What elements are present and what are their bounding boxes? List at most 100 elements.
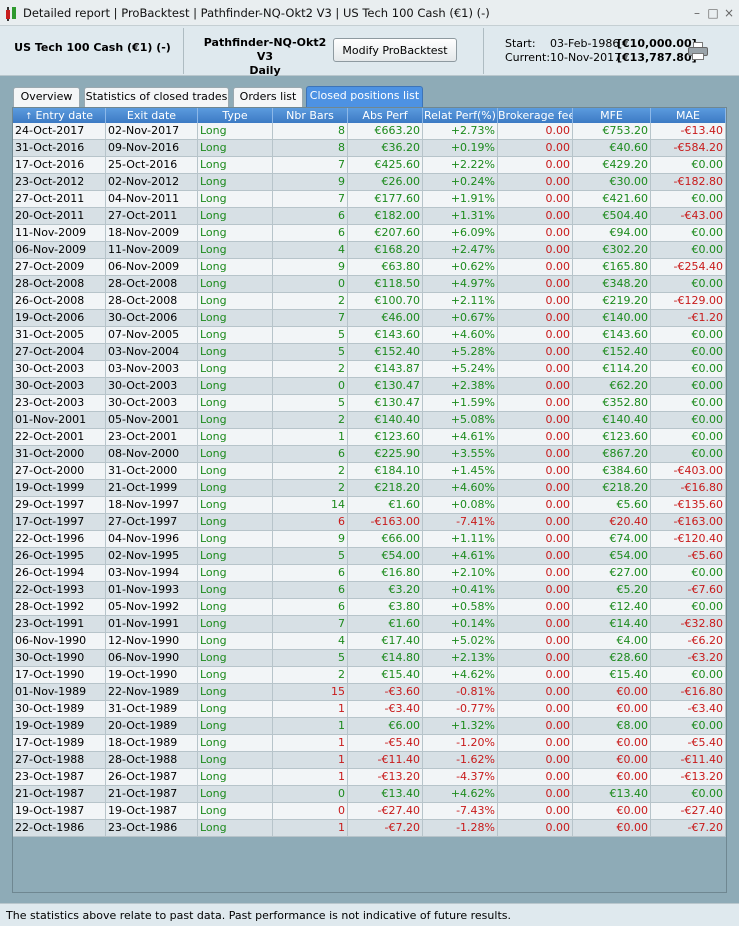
table-row[interactable]: 23-Oct-2012 02-Nov-2012 Long 9 €26.00 +0.24% 0… — [13, 174, 726, 191]
cell-type: Long — [198, 242, 273, 258]
cell-brokerage-fee: 0.00 — [498, 531, 573, 547]
cell-nbr-bars: 2 — [273, 480, 348, 496]
column-header-type[interactable]: Type — [198, 108, 273, 123]
cell-mfe: €421.60 — [573, 191, 651, 207]
column-header-exit-date[interactable]: Exit date — [106, 108, 198, 123]
table-row[interactable]: 17-Oct-1990 19-Oct-1990 Long 2 €15.40 +4.62% 0… — [13, 667, 726, 684]
table-row[interactable]: 30-Oct-1989 31-Oct-1989 Long 1 -€3.40 -0.77% 0… — [13, 701, 726, 718]
cell-relat-perf: +2.47% — [423, 242, 498, 258]
cell-nbr-bars: 9 — [273, 259, 348, 275]
table-row[interactable]: 17-Oct-1997 27-Oct-1997 Long 6 -€163.00 -7.41… — [13, 514, 726, 531]
table-row[interactable]: 29-Oct-1997 18-Nov-1997 Long 14 €1.60 +0.08% 0… — [13, 497, 726, 514]
cell-relat-perf: -1.28% — [423, 820, 498, 836]
cell-brokerage-fee: 0.00 — [498, 480, 573, 496]
column-header-relat-perf[interactable]: Relat Perf(%) — [423, 108, 498, 123]
table-row[interactable]: 26-Oct-1995 02-Nov-1995 Long 5 €54.00 +4.61% 0… — [13, 548, 726, 565]
tab-overview[interactable]: Overview — [13, 87, 80, 107]
cell-abs-perf: €130.47 — [348, 395, 423, 411]
cell-abs-perf: -€5.40 — [348, 735, 423, 751]
maximize-icon[interactable]: □ — [706, 6, 720, 20]
table-row[interactable]: 22-Oct-1996 04-Nov-1996 Long 9 €66.00 +1.11% 0… — [13, 531, 726, 548]
modify-probacktest-button[interactable]: Modify ProBacktest — [333, 38, 457, 62]
tab-statistics-closed-trades[interactable]: Statistics of closed trades — [84, 87, 229, 107]
table-row[interactable]: 17-Oct-1989 18-Oct-1989 Long 1 -€5.40 -1.20% 0… — [13, 735, 726, 752]
table-row[interactable]: 23-Oct-2003 30-Oct-2003 Long 5 €130.47 +1.59%… — [13, 395, 726, 412]
table-row[interactable]: 01-Nov-2001 05-Nov-2001 Long 2 €140.40 +5.08%… — [13, 412, 726, 429]
cell-exit-date: 03-Nov-2004 — [106, 344, 198, 360]
cell-entry-date: 27-Oct-1988 — [13, 752, 106, 768]
table-row[interactable]: 31-Oct-2000 08-Nov-2000 Long 6 €225.90 +3.55%… — [13, 446, 726, 463]
table-row[interactable]: 27-Oct-2004 03-Nov-2004 Long 5 €152.40 +5.28%… — [13, 344, 726, 361]
table-row[interactable]: 26-Oct-1994 03-Nov-1994 Long 6 €16.80 +2.10% 0… — [13, 565, 726, 582]
minimize-icon[interactable]: – — [690, 6, 704, 20]
cell-mfe: €30.00 — [573, 174, 651, 190]
cell-exit-date: 08-Nov-2000 — [106, 446, 198, 462]
cell-exit-date: 04-Nov-1996 — [106, 531, 198, 547]
cell-exit-date: 22-Nov-1989 — [106, 684, 198, 700]
table-row[interactable]: 11-Nov-2009 18-Nov-2009 Long 6 €207.60 +6.09%… — [13, 225, 726, 242]
table-row[interactable]: 31-Oct-2005 07-Nov-2005 Long 5 €143.60 +4.60%… — [13, 327, 726, 344]
table-row[interactable]: 01-Nov-1989 22-Nov-1989 Long 15 -€3.60 -0.81%… — [13, 684, 726, 701]
cell-mae: -€13.20 — [651, 769, 726, 785]
column-header-abs-perf[interactable]: Abs Perf — [348, 108, 423, 123]
cell-mfe: €429.20 — [573, 157, 651, 173]
table-row[interactable]: 19-Oct-1999 21-Oct-1999 Long 2 €218.20 +4.60%… — [13, 480, 726, 497]
cell-type: Long — [198, 650, 273, 666]
table-row[interactable]: 27-Oct-2011 04-Nov-2011 Long 7 €177.60 +1.91%… — [13, 191, 726, 208]
closed-positions-grid[interactable]: ↑ Entry date Exit date Type Nbr Bars Abs Perf… — [12, 107, 727, 893]
cell-mfe: €62.20 — [573, 378, 651, 394]
table-row[interactable]: 30-Oct-2003 03-Nov-2003 Long 2 €143.87 +5.24%… — [13, 361, 726, 378]
column-header-brokerage-fee[interactable]: Brokerage fee — [498, 108, 573, 123]
table-row[interactable]: 22-Oct-1986 23-Oct-1986 Long 1 -€7.20 -1.28% 0… — [13, 820, 726, 837]
table-row[interactable]: 28-Oct-2008 28-Oct-2008 Long 0 €118.50 +4.97%… — [13, 276, 726, 293]
cell-mfe: €384.60 — [573, 463, 651, 479]
close-icon[interactable]: × — [722, 6, 736, 20]
table-row[interactable]: 27-Oct-2000 31-Oct-2000 Long 2 €184.10 +1.45%… — [13, 463, 726, 480]
table-row[interactable]: 06-Nov-1990 12-Nov-1990 Long 4 €17.40 +5.02% 0… — [13, 633, 726, 650]
table-row[interactable]: 19-Oct-2006 30-Oct-2006 Long 7 €46.00 +0.67% 0… — [13, 310, 726, 327]
table-row[interactable]: 22-Oct-1993 01-Nov-1993 Long 6 €3.20 +0.41% 0.… — [13, 582, 726, 599]
table-row[interactable]: 30-Oct-2003 30-Oct-2003 Long 0 €130.47 +2.38%… — [13, 378, 726, 395]
cell-nbr-bars: 1 — [273, 820, 348, 836]
tab-orders-list[interactable]: Orders list — [233, 87, 303, 107]
table-row[interactable]: 22-Oct-2001 23-Oct-2001 Long 1 €123.60 +4.61%… — [13, 429, 726, 446]
table-row[interactable]: 17-Oct-2016 25-Oct-2016 Long 7 €425.60 +2.22%… — [13, 157, 726, 174]
system-info: Pathfinder-NQ-Okt2 V3 Daily — [196, 36, 334, 78]
table-row[interactable]: 30-Oct-1990 06-Nov-1990 Long 5 €14.80 +2.13% 0… — [13, 650, 726, 667]
column-header-mae[interactable]: MAE — [651, 108, 726, 123]
tab-closed-positions-list[interactable]: Closed positions list — [306, 86, 423, 107]
table-row[interactable]: 23-Oct-1987 26-Oct-1987 Long 1 -€13.20 -4.37%… — [13, 769, 726, 786]
table-row[interactable]: 20-Oct-2011 27-Oct-2011 Long 6 €182.00 +1.31%… — [13, 208, 726, 225]
current-label: Current: — [505, 51, 551, 64]
cell-relat-perf: +5.02% — [423, 633, 498, 649]
table-row[interactable]: 28-Oct-1992 05-Nov-1992 Long 6 €3.80 +0.58% 0.… — [13, 599, 726, 616]
table-row[interactable]: 26-Oct-2008 28-Oct-2008 Long 2 €100.70 +2.11%… — [13, 293, 726, 310]
table-row[interactable]: 06-Nov-2009 11-Nov-2009 Long 4 €168.20 +2.47%… — [13, 242, 726, 259]
column-header-entry-date[interactable]: ↑ Entry date — [13, 108, 106, 123]
cell-nbr-bars: 0 — [273, 378, 348, 394]
cell-nbr-bars: 9 — [273, 531, 348, 547]
table-row[interactable]: 21-Oct-1987 21-Oct-1987 Long 0 €13.40 +4.62% 0… — [13, 786, 726, 803]
cell-nbr-bars: 0 — [273, 803, 348, 819]
cell-relat-perf: +0.08% — [423, 497, 498, 513]
table-row[interactable]: 19-Oct-1987 19-Oct-1987 Long 0 -€27.40 -7.43%… — [13, 803, 726, 820]
cell-mfe: €20.40 — [573, 514, 651, 530]
table-row[interactable]: 27-Oct-2009 06-Nov-2009 Long 9 €63.80 +0.62% 0… — [13, 259, 726, 276]
cell-exit-date: 28-Oct-2008 — [106, 293, 198, 309]
table-row[interactable]: 27-Oct-1988 28-Oct-1988 Long 1 -€11.40 -1.62%… — [13, 752, 726, 769]
cell-exit-date: 20-Oct-1989 — [106, 718, 198, 734]
column-header-label: MAE — [676, 109, 700, 122]
cell-mfe: €352.80 — [573, 395, 651, 411]
table-row[interactable]: 23-Oct-1991 01-Nov-1991 Long 7 €1.60 +0.14% 0.… — [13, 616, 726, 633]
table-row[interactable]: 19-Oct-1989 20-Oct-1989 Long 1 €6.00 +1.32% 0.… — [13, 718, 726, 735]
cell-abs-perf: -€11.40 — [348, 752, 423, 768]
cell-brokerage-fee: 0.00 — [498, 548, 573, 564]
cell-type: Long — [198, 395, 273, 411]
cell-type: Long — [198, 140, 273, 156]
table-row[interactable]: 24-Oct-2017 02-Nov-2017 Long 8 €663.20 +2.73%… — [13, 123, 726, 140]
printer-icon[interactable] — [688, 42, 708, 60]
column-header-nbr-bars[interactable]: Nbr Bars — [273, 108, 348, 123]
column-header-mfe[interactable]: MFE — [573, 108, 651, 123]
table-row[interactable]: 31-Oct-2016 09-Nov-2016 Long 8 €36.20 +0.19% 0… — [13, 140, 726, 157]
cell-abs-perf: €182.00 — [348, 208, 423, 224]
